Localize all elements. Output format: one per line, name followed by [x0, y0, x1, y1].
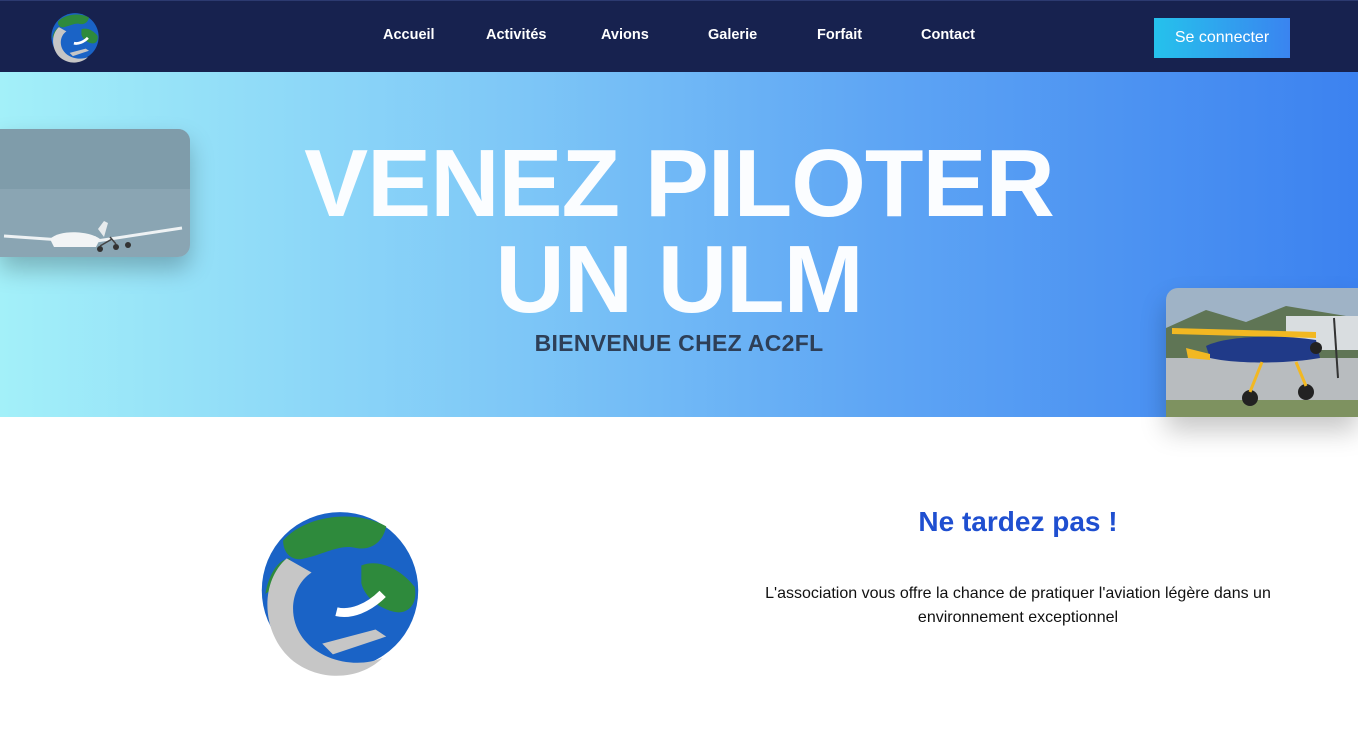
- association-logo-icon: [261, 512, 419, 676]
- hero-title-line-1: VENEZ PILOTER: [304, 130, 1055, 237]
- hero-title-line-2: UN ULM: [495, 226, 863, 333]
- section-title: Ne tardez pas !: [918, 506, 1118, 537]
- yellow-ulm-on-ground-photo: [1166, 288, 1358, 417]
- login-button[interactable]: Se connecter: [1154, 18, 1290, 58]
- section-description: L'association vous offre la chance de pr…: [765, 585, 1271, 626]
- top-navbar: Accueil Activités Avions Galerie Forfait…: [0, 0, 1358, 72]
- nav-link-accueil[interactable]: Accueil: [383, 27, 435, 43]
- nav-link-activites[interactable]: Activités: [486, 27, 546, 43]
- nav-link-forfait[interactable]: Forfait: [817, 27, 862, 43]
- hero-subtitle: BIENVENUE CHEZ AC2FL: [534, 330, 824, 356]
- nav-link-avions[interactable]: Avions: [601, 27, 649, 43]
- nav-link-galerie[interactable]: Galerie: [708, 27, 757, 43]
- hero-banner: VENEZ PILOTER UN ULM BIENVENUE CHEZ AC2F…: [0, 72, 1358, 417]
- globe-airplane-logo-icon[interactable]: [48, 11, 102, 69]
- nav-link-contact[interactable]: Contact: [921, 27, 975, 43]
